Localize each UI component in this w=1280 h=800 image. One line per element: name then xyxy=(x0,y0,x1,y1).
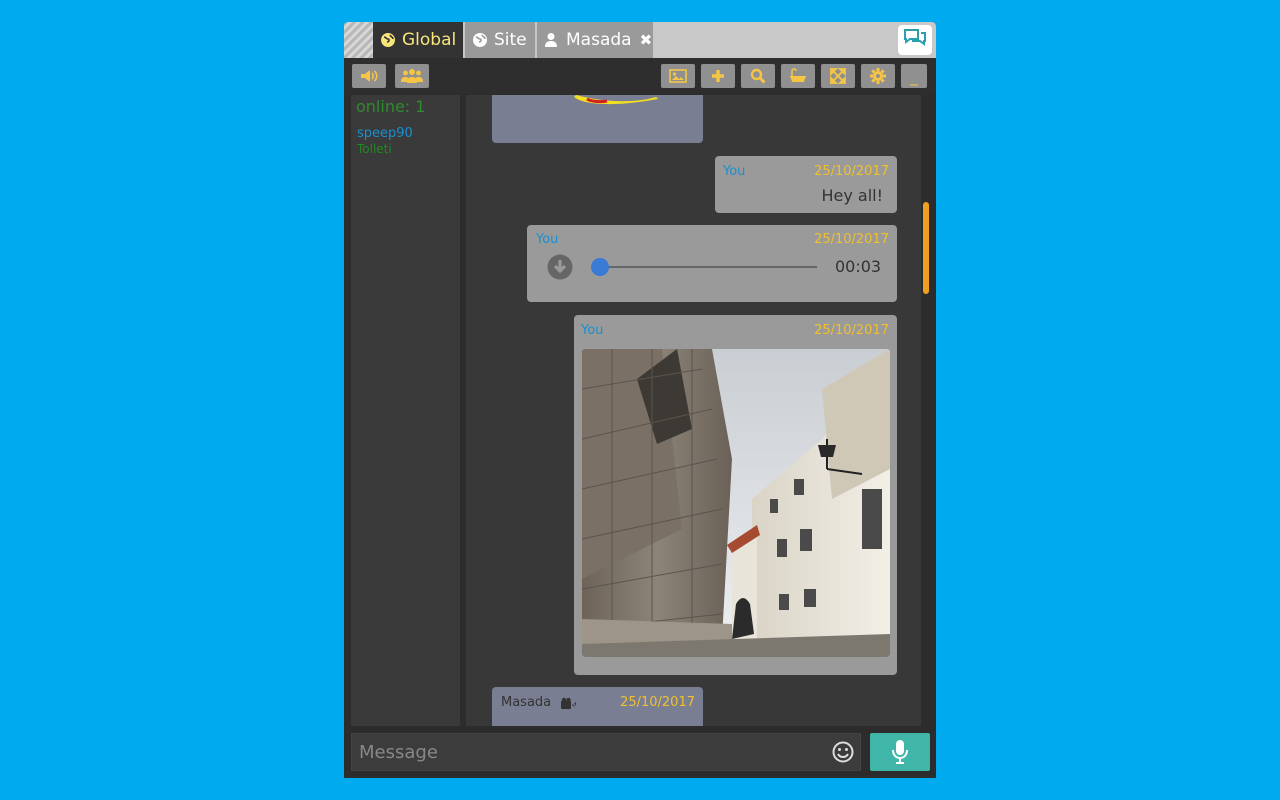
download-icon[interactable] xyxy=(547,254,573,280)
sticker-message xyxy=(492,95,703,143)
sound-button[interactable] xyxy=(352,64,386,88)
image-button[interactable] xyxy=(661,64,695,88)
fullscreen-button[interactable] xyxy=(821,64,855,88)
toolbar: _ xyxy=(344,58,936,94)
smiley-icon[interactable] xyxy=(832,741,854,763)
scroll-thumb[interactable] xyxy=(923,202,929,294)
audio-duration: 00:03 xyxy=(835,257,882,276)
chat-bubbles-button[interactable] xyxy=(898,25,932,55)
users-button[interactable] xyxy=(395,64,429,88)
plus-icon xyxy=(712,70,724,82)
message-input[interactable] xyxy=(351,733,861,771)
search-button[interactable] xyxy=(741,64,775,88)
expand-icon xyxy=(830,68,846,84)
text-message: You 25/10/2017 Hey all! xyxy=(715,156,897,213)
message-date: 25/10/2017 xyxy=(814,164,889,179)
tab-masada[interactable]: Masada ✖ xyxy=(537,22,653,58)
tab-global[interactable]: Global xyxy=(373,22,463,58)
video-off-icon xyxy=(560,696,578,715)
users-icon xyxy=(401,69,423,83)
chat-bubbles-icon xyxy=(902,27,928,53)
globe-icon xyxy=(380,32,396,48)
sticker-image xyxy=(574,95,658,105)
tab-bar: Global Site Masada ✖ xyxy=(344,22,936,58)
gear-icon xyxy=(870,68,886,84)
user-icon xyxy=(544,32,560,48)
add-button[interactable] xyxy=(701,64,735,88)
audio-message: You 25/10/2017 00:03 xyxy=(527,225,897,302)
minimize-icon: _ xyxy=(910,68,918,86)
audio-progress-track[interactable] xyxy=(599,266,817,268)
message-author[interactable]: You xyxy=(581,323,603,338)
image-message: You 25/10/2017 xyxy=(574,315,897,675)
microphone-icon xyxy=(892,740,908,764)
text-message: Masada 25/10/2017 xyxy=(492,687,703,726)
message-scrollbar[interactable] xyxy=(922,95,930,726)
input-bar xyxy=(344,728,936,778)
user-name[interactable]: speep90 xyxy=(357,126,413,141)
message-date: 25/10/2017 xyxy=(814,232,889,247)
users-panel: online: 1 speep90 Tolleti xyxy=(351,95,460,726)
image-icon xyxy=(669,69,687,83)
tab-label: Global xyxy=(402,30,457,50)
user-status: Tolleti xyxy=(357,142,392,156)
close-icon[interactable]: ✖ xyxy=(640,31,653,49)
tab-label: Masada xyxy=(566,30,632,50)
record-audio-button[interactable] xyxy=(870,733,930,771)
message-author[interactable]: You xyxy=(536,232,558,247)
message-author[interactable]: You xyxy=(723,164,745,179)
resize-grip[interactable] xyxy=(344,22,373,58)
globe-icon xyxy=(472,32,488,48)
tab-label: Site xyxy=(494,30,527,50)
bath-button[interactable] xyxy=(781,64,815,88)
message-photo[interactable] xyxy=(582,349,890,657)
search-icon xyxy=(750,68,766,84)
message-author[interactable]: Masada xyxy=(501,695,551,710)
message-date: 25/10/2017 xyxy=(620,695,695,710)
minimize-button[interactable]: _ xyxy=(901,64,927,88)
bath-icon xyxy=(790,68,806,82)
message-date: 25/10/2017 xyxy=(814,323,889,338)
chat-widget: Global Site Masada ✖ _ online: 1 speep90… xyxy=(344,22,936,778)
audio-progress-knob[interactable] xyxy=(591,258,609,276)
message-text: Hey all! xyxy=(821,186,883,205)
settings-button[interactable] xyxy=(861,64,895,88)
speaker-icon xyxy=(361,70,378,82)
message-list[interactable]: You 25/10/2017 Hey all! You 25/10/2017 0… xyxy=(466,95,921,726)
online-count: online: 1 xyxy=(356,97,426,116)
tab-site[interactable]: Site xyxy=(465,22,535,58)
